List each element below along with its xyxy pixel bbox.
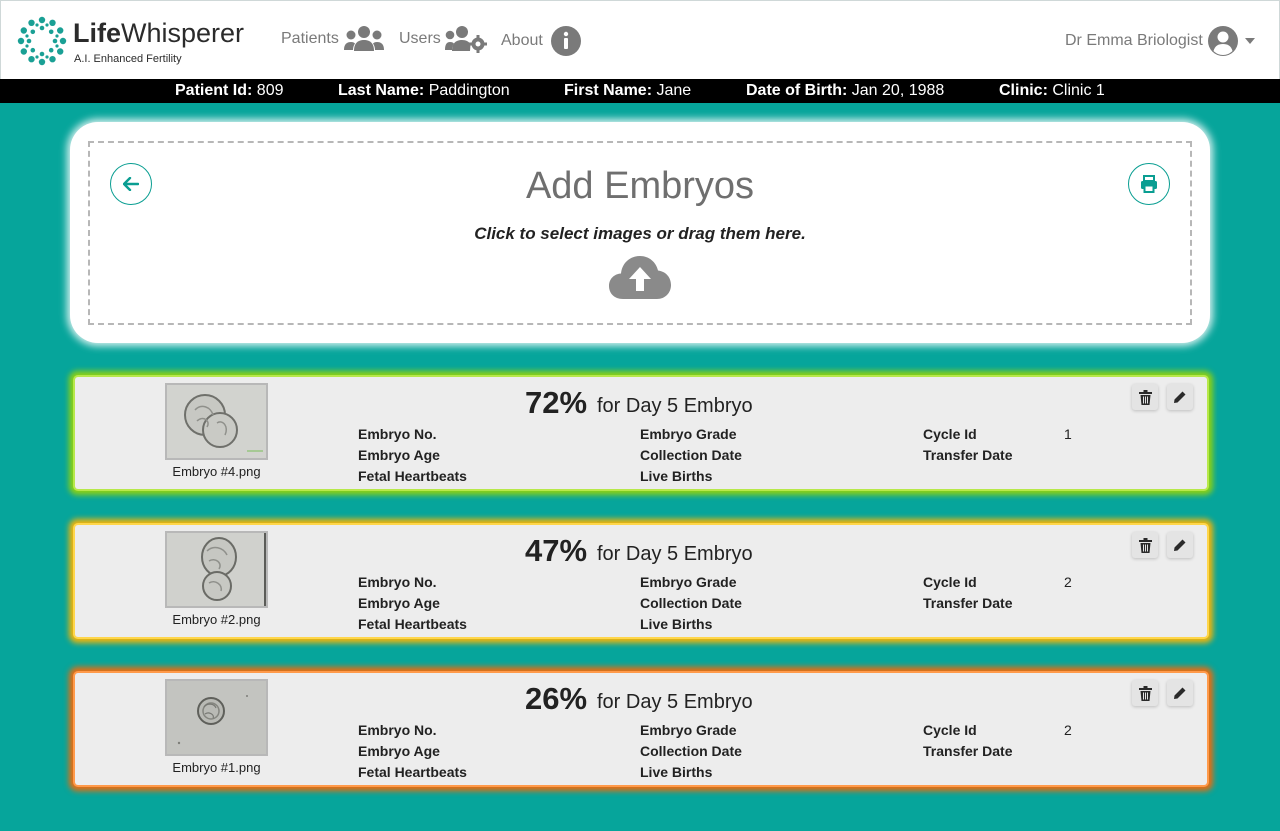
- upload-hint: Click to select images or drag them here…: [474, 224, 806, 243]
- patient-first-name-value: Jane: [656, 82, 692, 99]
- embryo-score: 72%: [525, 385, 588, 420]
- app-logo[interactable]: LifeWhisperer A.I. Enhanced Fertility: [17, 16, 267, 68]
- patient-first-name: First Name: Jane: [564, 82, 691, 100]
- embryo-card[interactable]: Embryo #4.png 72% for Day 5 Embryo Embry…: [75, 377, 1207, 489]
- edit-button[interactable]: [1167, 532, 1193, 558]
- user-circle-icon: [1207, 26, 1238, 56]
- embryo-card[interactable]: Embryo #2.png 47% for Day 5 Embryo Embry…: [75, 525, 1207, 637]
- users-cog-icon: [444, 26, 487, 53]
- label-collection-date: Collection Date: [640, 743, 742, 759]
- cloud-upload-icon[interactable]: [608, 255, 672, 301]
- embryo-image-name: Embryo #4.png: [172, 464, 261, 479]
- user-menu[interactable]: Dr Emma Briologist: [1065, 25, 1255, 57]
- patient-clinic: Clinic: Clinic 1: [999, 82, 1105, 100]
- trash-icon: [1138, 537, 1152, 553]
- embryo-card[interactable]: Embryo #1.png 26% for Day 5 Embryo Embry…: [75, 673, 1207, 785]
- nav-patients[interactable]: Patients: [281, 25, 385, 53]
- pencil-icon: [1174, 391, 1186, 403]
- label-embryo-grade: Embryo Grade: [640, 574, 737, 590]
- embryo-image-name: Embryo #1.png: [172, 760, 261, 775]
- label-embryo-no: Embryo No.: [358, 574, 437, 590]
- label-fetal-heartbeats: Fetal Heartbeats: [358, 468, 467, 484]
- users-icon: [343, 26, 384, 51]
- embryo-image: [167, 681, 266, 754]
- label-embryo-age: Embryo Age: [358, 447, 440, 463]
- brand-name-rest: Whisperer: [121, 18, 245, 48]
- pencil-icon: [1174, 687, 1186, 699]
- patient-last-name-value: Paddington: [428, 82, 510, 99]
- embryo-thumbnail[interactable]: [165, 679, 268, 756]
- patient-first-name-label: First Name:: [564, 82, 653, 99]
- edit-button[interactable]: [1167, 384, 1193, 410]
- patient-info-bar: Patient Id: 809 Last Name: Paddington Fi…: [0, 79, 1280, 103]
- nav-patients-label: Patients: [281, 30, 339, 47]
- embryo-score-label: for Day 5 Embryo: [597, 691, 753, 713]
- value-cycle-id: 1: [1064, 426, 1072, 442]
- upload-title: Add Embryos: [525, 165, 755, 207]
- patient-id-value: 809: [256, 82, 284, 99]
- delete-button[interactable]: [1132, 384, 1158, 410]
- label-collection-date: Collection Date: [640, 447, 742, 463]
- brand-tagline: A.I. Enhanced Fertility: [74, 53, 182, 65]
- label-embryo-grade: Embryo Grade: [640, 722, 737, 738]
- embryo-score-label: for Day 5 Embryo: [597, 543, 753, 565]
- delete-button[interactable]: [1132, 680, 1158, 706]
- label-cycle-id: Cycle Id: [923, 722, 977, 738]
- embryo-score: 47%: [525, 533, 588, 568]
- patient-id-label: Patient Id:: [175, 82, 253, 99]
- patient-dob-value: Jan 20, 1988: [851, 82, 945, 99]
- label-transfer-date: Transfer Date: [923, 595, 1013, 611]
- embryo-image: [167, 533, 266, 606]
- label-collection-date: Collection Date: [640, 595, 742, 611]
- brand-name: LifeWhisperer: [73, 18, 244, 49]
- patient-clinic-value: Clinic 1: [1052, 82, 1105, 99]
- label-transfer-date: Transfer Date: [923, 447, 1013, 463]
- patient-id: Patient Id: 809: [175, 82, 284, 100]
- embryo-score-label: for Day 5 Embryo: [597, 395, 753, 417]
- trash-icon: [1138, 685, 1152, 701]
- label-embryo-age: Embryo Age: [358, 595, 440, 611]
- logo-dots-icon: [17, 16, 67, 66]
- label-cycle-id: Cycle Id: [923, 426, 977, 442]
- value-cycle-id: 2: [1064, 722, 1072, 738]
- nav-about[interactable]: About: [501, 25, 581, 57]
- pencil-icon: [1174, 539, 1186, 551]
- label-embryo-grade: Embryo Grade: [640, 426, 737, 442]
- patient-dob: Date of Birth: Jan 20, 1988: [746, 82, 944, 100]
- top-navbar: LifeWhisperer A.I. Enhanced Fertility Pa…: [0, 0, 1280, 79]
- label-transfer-date: Transfer Date: [923, 743, 1013, 759]
- nav-users[interactable]: Users: [399, 25, 487, 53]
- value-cycle-id: 2: [1064, 574, 1072, 590]
- nav-users-label: Users: [399, 30, 441, 47]
- brand-name-bold: Life: [73, 18, 122, 48]
- upload-dropzone[interactable]: Add Embryos Click to select images or dr…: [88, 141, 1192, 325]
- edit-button[interactable]: [1167, 680, 1193, 706]
- delete-button[interactable]: [1132, 532, 1158, 558]
- embryo-image-name: Embryo #2.png: [172, 612, 261, 627]
- label-cycle-id: Cycle Id: [923, 574, 977, 590]
- label-live-births: Live Births: [640, 468, 713, 484]
- patient-clinic-label: Clinic:: [999, 82, 1048, 99]
- embryo-image: [167, 385, 266, 458]
- embryo-thumbnail[interactable]: [165, 383, 268, 460]
- info-circle-icon: [550, 26, 581, 56]
- label-fetal-heartbeats: Fetal Heartbeats: [358, 764, 467, 780]
- label-fetal-heartbeats: Fetal Heartbeats: [358, 616, 467, 632]
- add-embryos-card: Add Embryos Click to select images or dr…: [70, 122, 1210, 343]
- embryo-thumbnail[interactable]: [165, 531, 268, 608]
- user-name: Dr Emma Briologist: [1065, 32, 1203, 49]
- nav-about-label: About: [501, 32, 543, 49]
- label-live-births: Live Births: [640, 764, 713, 780]
- embryo-score: 26%: [525, 681, 588, 716]
- patient-last-name-label: Last Name:: [338, 82, 425, 99]
- label-embryo-no: Embryo No.: [358, 426, 437, 442]
- label-live-births: Live Births: [640, 616, 713, 632]
- chevron-down-icon: [1244, 38, 1255, 44]
- trash-icon: [1138, 389, 1152, 405]
- label-embryo-no: Embryo No.: [358, 722, 437, 738]
- patient-dob-label: Date of Birth:: [746, 82, 848, 99]
- patient-last-name: Last Name: Paddington: [338, 82, 510, 100]
- label-embryo-age: Embryo Age: [358, 743, 440, 759]
